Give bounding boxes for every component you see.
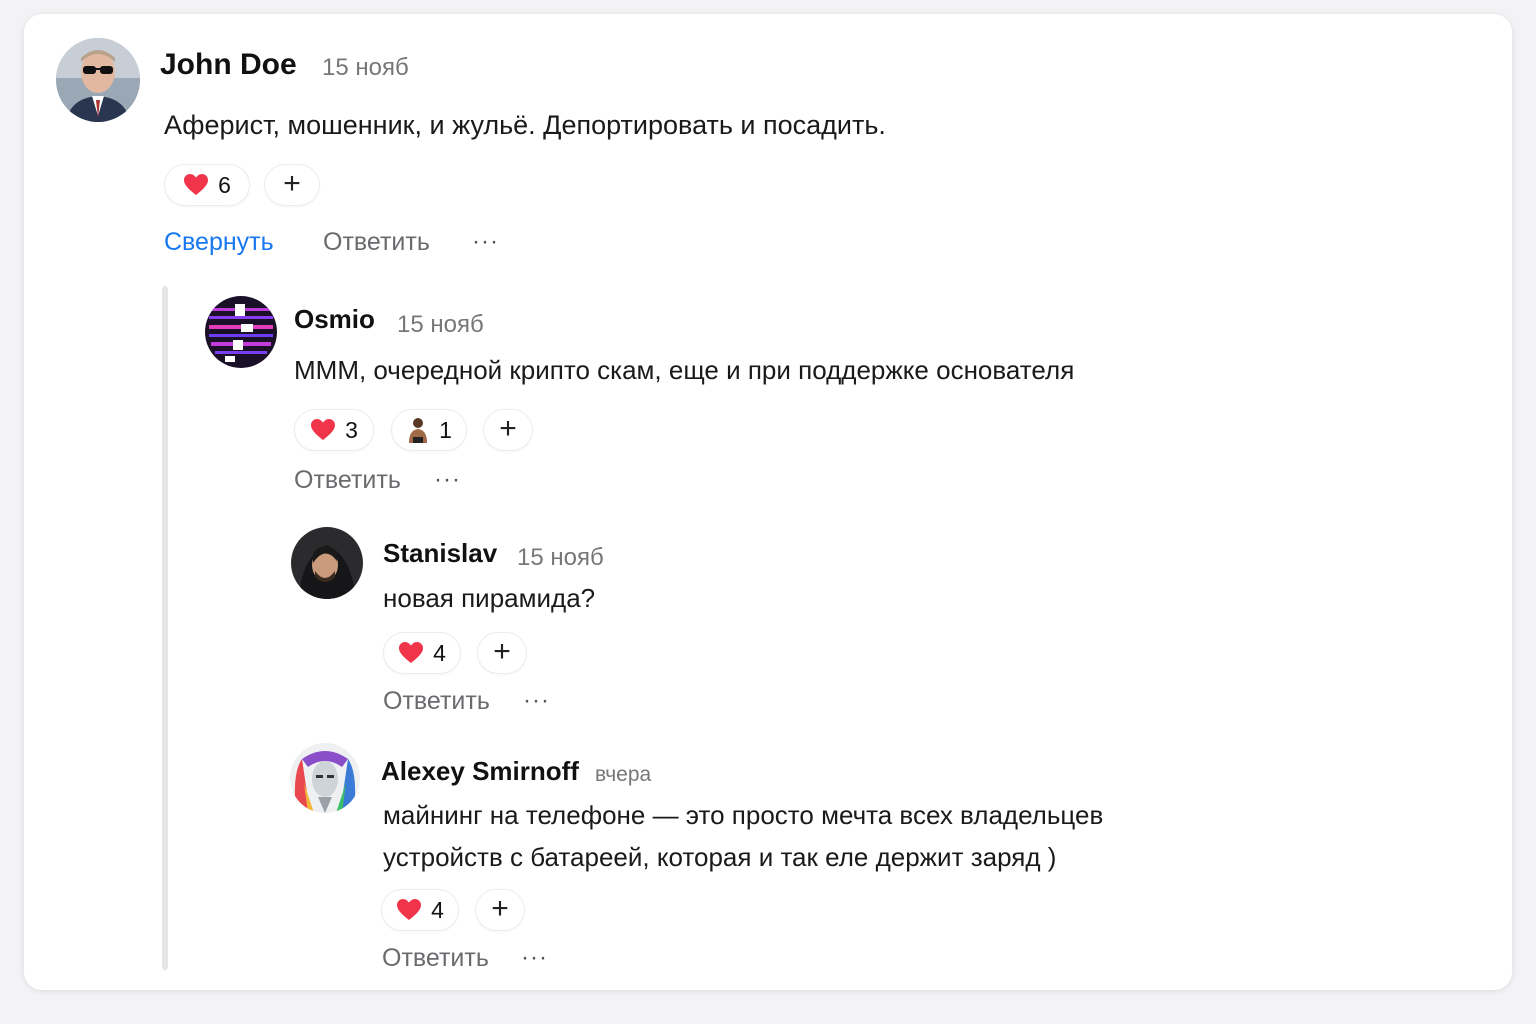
comment-text-line-1: майнинг на телефоне — это просто мечта в… — [383, 800, 1104, 830]
comment-time: вчера — [595, 763, 652, 786]
reply-link[interactable]: Ответить — [323, 228, 430, 257]
comment-thread-card: John Doe 15 нояб Аферист, мошенник, и жу… — [24, 14, 1512, 990]
reply-link[interactable]: Ответить — [383, 687, 490, 716]
more-icon[interactable]: ··· — [521, 944, 548, 972]
thread-line[interactable] — [162, 286, 168, 970]
comment-author[interactable]: Osmio — [294, 304, 375, 335]
plus-icon: + — [493, 635, 511, 668]
reply-link[interactable]: Ответить — [294, 466, 401, 495]
comment-time: 15 нояб — [397, 311, 484, 338]
avatar[interactable] — [205, 296, 277, 368]
plus-icon: + — [283, 167, 301, 200]
reply-link[interactable]: Ответить — [382, 944, 489, 973]
comment-time: 15 нояб — [517, 544, 604, 571]
reaction-heart[interactable]: 6 — [164, 164, 250, 206]
comment-text: новая пирамида? — [383, 583, 596, 613]
plus-icon: + — [491, 892, 509, 925]
more-icon[interactable]: ··· — [523, 687, 550, 715]
avatar[interactable] — [291, 527, 363, 599]
heart-icon — [397, 899, 422, 920]
add-reaction-button[interactable]: + — [477, 632, 527, 674]
heart-icon — [399, 642, 424, 663]
add-reaction-button[interactable]: + — [475, 889, 525, 931]
more-icon[interactable]: ··· — [472, 228, 499, 256]
add-reaction-button[interactable]: + — [264, 164, 320, 206]
comment-text: МММ, очередной крипто скам, еще и при по… — [294, 355, 1075, 385]
reaction-count: 4 — [433, 639, 446, 666]
plus-icon: + — [499, 412, 517, 445]
reaction-person[interactable]: 1 — [391, 409, 467, 451]
person-emoji-icon — [409, 418, 428, 443]
heart-icon — [184, 174, 209, 195]
comment-author[interactable]: John Doe — [160, 48, 297, 82]
avatar[interactable] — [56, 38, 140, 122]
reaction-count: 1 — [439, 416, 452, 443]
avatar[interactable] — [290, 743, 360, 813]
comment-time: 15 нояб — [322, 54, 409, 81]
reaction-heart[interactable]: 3 — [294, 409, 374, 451]
comment-author[interactable]: Alexey Smirnoff — [381, 756, 579, 787]
comment-text-line-2: устройств с батареей, которая и так еле … — [383, 842, 1057, 872]
heart-icon — [311, 419, 336, 440]
reaction-heart[interactable]: 4 — [381, 889, 459, 931]
reaction-heart[interactable]: 4 — [383, 632, 461, 674]
comment-text: Аферист, мошенник, и жульё. Депортироват… — [164, 110, 886, 140]
collapse-link[interactable]: Свернуть — [164, 228, 274, 257]
more-icon[interactable]: ··· — [434, 466, 461, 494]
comment-author[interactable]: Stanislav — [383, 538, 497, 569]
reaction-count: 3 — [345, 416, 358, 443]
reaction-count: 4 — [431, 896, 444, 923]
add-reaction-button[interactable]: + — [483, 409, 533, 451]
reaction-count: 6 — [218, 171, 231, 198]
